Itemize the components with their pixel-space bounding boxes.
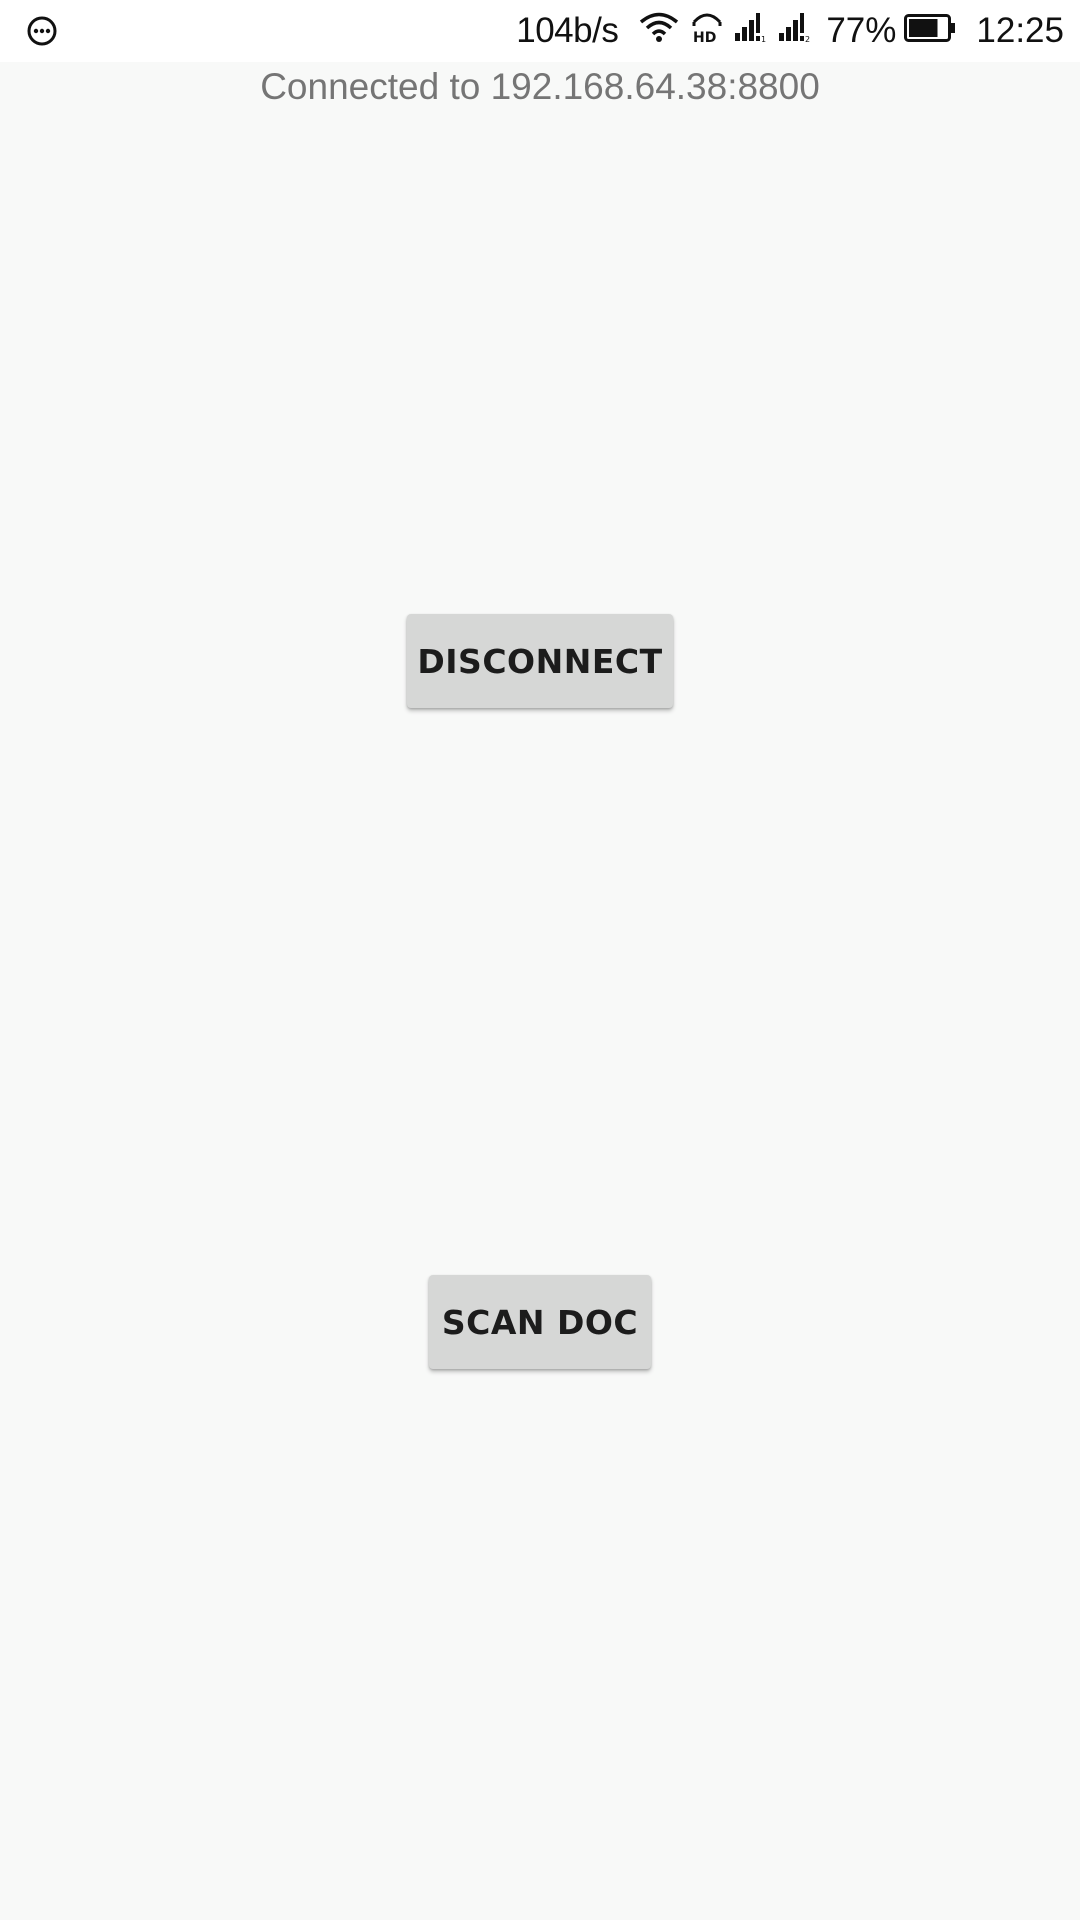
battery-percent: 77% (826, 11, 897, 50)
messaging-icon (24, 13, 60, 49)
signal-2-icon: 2 (778, 11, 812, 52)
network-speed: 104b/s (516, 11, 619, 50)
svg-text:2: 2 (805, 35, 810, 43)
clock: 12:25 (976, 11, 1064, 50)
status-bar: 104b/s HD 1 2 77% 12:25 (0, 0, 1080, 62)
battery-icon (904, 11, 956, 51)
svg-text:HD: HD (693, 30, 716, 44)
connection-status: Connected to 192.168.64.38:8800 (260, 66, 820, 107)
svg-text:1: 1 (761, 35, 766, 43)
signal-1-icon: 1 (734, 11, 768, 52)
status-icons: 104b/s HD 1 2 77% 12:25 (516, 0, 1064, 62)
hd-voice-icon: HD (690, 10, 724, 53)
wifi-icon (638, 11, 680, 52)
disconnect-button[interactable]: DISCONNECT (407, 614, 673, 708)
scan-doc-button[interactable]: SCAN DOC (429, 1275, 651, 1369)
